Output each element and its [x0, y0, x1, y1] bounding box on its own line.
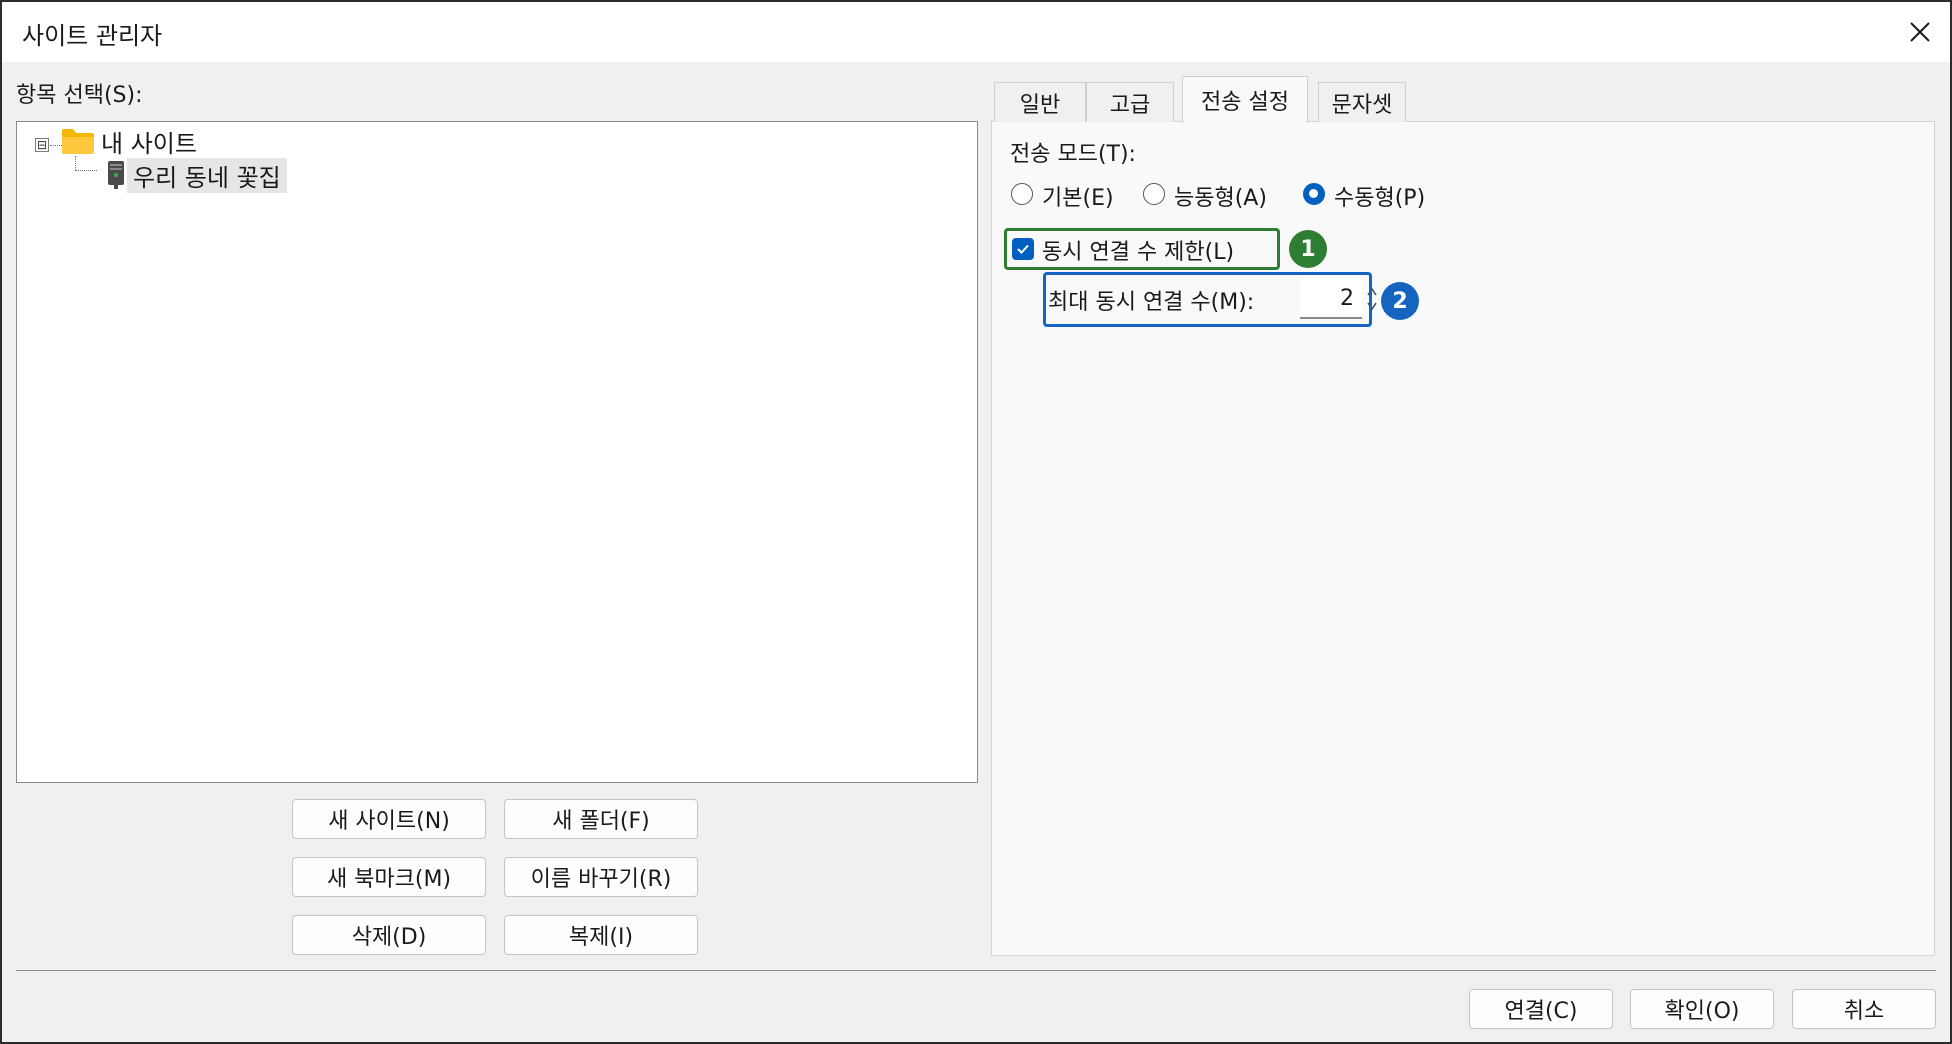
tab-transfer-settings[interactable]: 전송 설정: [1182, 76, 1308, 123]
window-title: 사이트 관리자: [22, 22, 163, 50]
highlight-box-limit: [1004, 228, 1280, 270]
site-manager-window: 사이트 관리자 항목 선택(S): ⊟ 내 사이트 우리 동네 꽃집 새 사이트…: [0, 0, 1952, 1044]
new-bookmark-button[interactable]: 새 북마크(M): [292, 857, 486, 897]
step-badge-2: 2: [1381, 282, 1419, 320]
new-folder-button[interactable]: 새 폴더(F): [504, 799, 698, 839]
footer-separator: [16, 970, 1936, 971]
tree-item-label: 내 사이트: [101, 129, 197, 158]
connect-button[interactable]: 연결(C): [1469, 989, 1613, 1029]
highlight-box-max: [1043, 272, 1372, 327]
radio-default-label: 기본(E): [1042, 186, 1114, 211]
new-site-button[interactable]: 새 사이트(N): [292, 799, 486, 839]
folder-icon: [62, 129, 94, 154]
rename-button[interactable]: 이름 바꾸기(R): [504, 857, 698, 897]
select-entry-label: 항목 선택(S):: [16, 83, 143, 108]
tree-item-site[interactable]: 우리 동네 꽃집: [105, 157, 287, 193]
tree-connector: [75, 170, 97, 171]
tree-item-label: 우리 동네 꽃집: [127, 157, 287, 193]
title-bar: 사이트 관리자: [2, 2, 1950, 62]
tree-item-my-sites[interactable]: 내 사이트: [61, 124, 203, 158]
close-button[interactable]: [1896, 8, 1944, 56]
tab-general[interactable]: 일반: [994, 82, 1086, 122]
site-tree[interactable]: ⊟ 내 사이트 우리 동네 꽃집: [16, 121, 978, 783]
step-badge-1: 1: [1289, 230, 1327, 268]
delete-button[interactable]: 삭제(D): [292, 915, 486, 955]
close-icon: [1910, 22, 1930, 42]
radio-passive-label: 수동형(P): [1334, 186, 1426, 211]
tree-connector: [75, 156, 76, 170]
radio-active-label: 능동형(A): [1174, 186, 1267, 211]
ok-button[interactable]: 확인(O): [1630, 989, 1774, 1029]
tab-charset[interactable]: 문자셋: [1318, 82, 1406, 122]
cancel-button[interactable]: 취소: [1792, 989, 1936, 1029]
server-icon: [108, 161, 124, 189]
tab-advanced[interactable]: 고급: [1086, 82, 1174, 122]
radio-active[interactable]: [1143, 183, 1165, 205]
transfer-mode-label: 전송 모드(T):: [1010, 142, 1136, 167]
radio-passive[interactable]: [1303, 183, 1325, 205]
collapse-icon[interactable]: ⊟: [35, 138, 49, 152]
duplicate-button[interactable]: 복제(I): [504, 915, 698, 955]
radio-default[interactable]: [1011, 183, 1033, 205]
